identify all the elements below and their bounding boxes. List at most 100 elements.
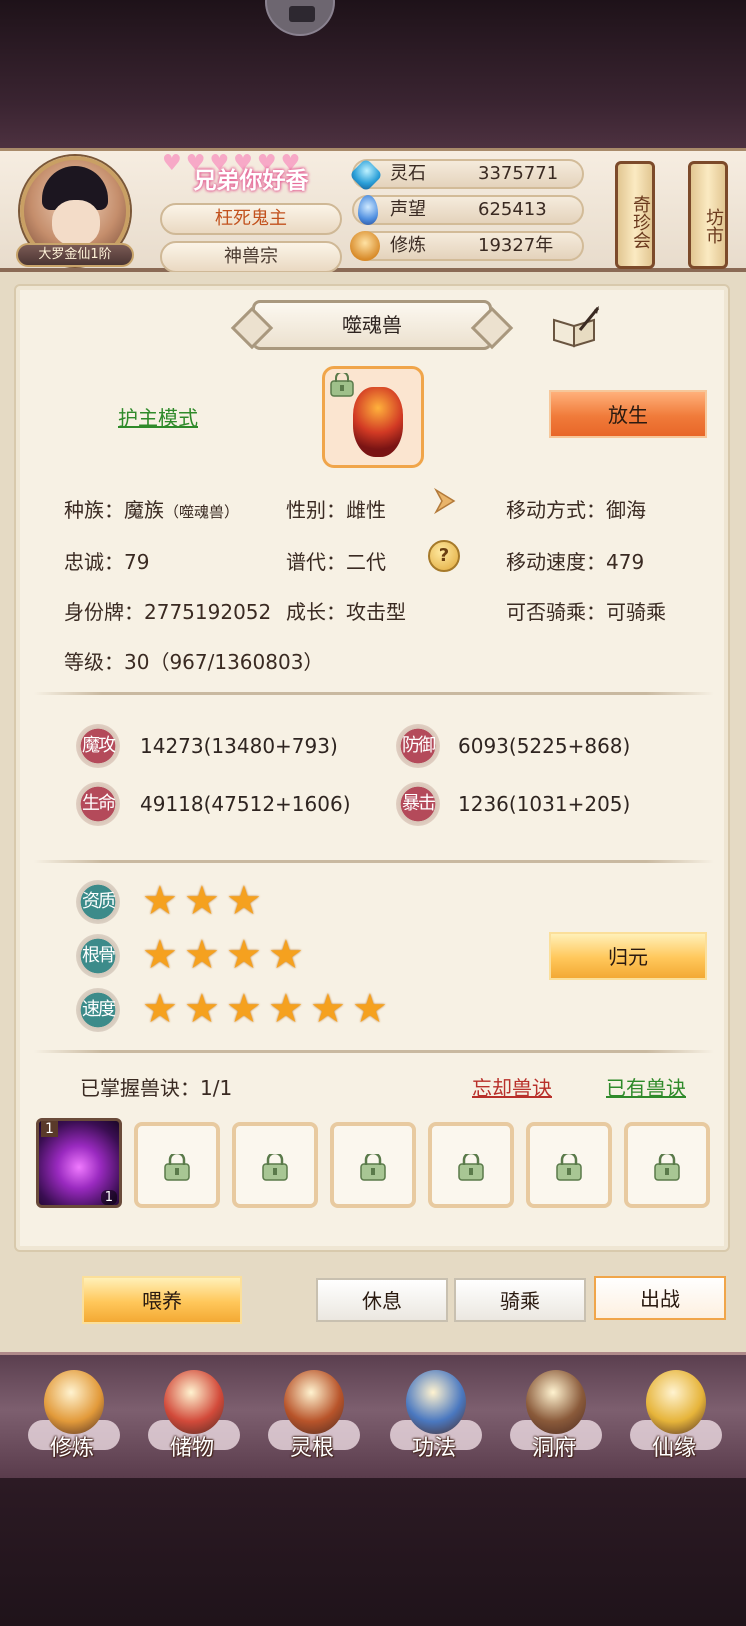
speed-badge: 速度 (76, 988, 120, 1032)
pet-name: 噬魂兽 (252, 300, 492, 350)
stat-value: 625413 (478, 199, 547, 220)
nav-label: 功法 (411, 1436, 456, 1461)
skill-slot-locked[interactable] (134, 1122, 220, 1208)
star-icon: ★ (184, 986, 220, 1032)
crit-badge: 暴击 (396, 782, 440, 826)
nav-item-1[interactable]: 储物 (142, 1362, 242, 1472)
player-nickname: 兄弟你好香 (193, 168, 309, 194)
magic-attack-badge: 魔攻 (76, 724, 120, 768)
skill-slot-locked[interactable] (232, 1122, 318, 1208)
spirit-stone-stat[interactable]: 灵石 3375771 (349, 158, 584, 192)
race-value: 魔族 (124, 498, 164, 522)
rideable-info: 可否骑乘：可骑乘 (506, 600, 666, 624)
aptitude-badge: 资质 (76, 880, 120, 924)
bone-badge: 根骨 (76, 934, 120, 978)
spirit-root-icon (284, 1370, 344, 1434)
star-icon: ★ (142, 932, 178, 978)
owned-skills-link[interactable]: 已有兽诀 (606, 1072, 686, 1101)
stat-label: 灵石 (390, 163, 426, 184)
skill-level: 1 (41, 1121, 58, 1137)
star-icon: ★ (268, 932, 304, 978)
nav-label: 灵根 (289, 1436, 334, 1461)
bone-stars: ★ ★ ★ ★ (142, 932, 306, 978)
cave-mansion-icon (526, 1370, 586, 1434)
help-icon[interactable]: ? (428, 540, 460, 572)
move-speed-info: 移动速度：479 (506, 550, 645, 574)
race-info: 种族：魔族（噬魂兽） (64, 494, 239, 523)
id-tag-info: 身份牌：2775192052 (64, 600, 272, 624)
cultivation-stat[interactable]: 修炼 19327年 (350, 231, 584, 261)
lock-icon (329, 371, 355, 401)
mastered-skills-count: 已掌握兽诀：1/1 (80, 1076, 233, 1100)
move-type-info: 移动方式：御海 (506, 498, 646, 522)
divider (34, 692, 714, 695)
generation-info: 谱代：二代 (286, 550, 386, 574)
stat-value: 3375771 (478, 163, 559, 184)
spirit-stone-icon (349, 158, 383, 192)
lock-icon (162, 1151, 192, 1186)
skill-slot-locked[interactable] (624, 1122, 710, 1208)
nav-item-4[interactable]: 洞府 (504, 1362, 604, 1472)
ride-button[interactable]: 骑乘 (454, 1278, 586, 1322)
rank-badge: 大罗金仙1阶 (16, 243, 134, 267)
market-button[interactable]: 坊市 (688, 161, 728, 269)
lock-icon (652, 1151, 682, 1186)
release-button[interactable]: 放生 (549, 390, 707, 438)
scripture-book-icon (406, 1370, 466, 1434)
skill-slot-active[interactable]: 1 1 (36, 1118, 122, 1208)
race-subtype: （噬魂兽） (164, 503, 240, 521)
skill-slot-locked[interactable] (526, 1122, 612, 1208)
avatar-face (52, 200, 100, 246)
nav-label: 洞府 (531, 1436, 576, 1461)
gender-info: 性别：雌性 (286, 498, 386, 522)
star-icon: ★ (142, 878, 178, 924)
growth-info: 成长：攻击型 (286, 600, 406, 624)
fate-gourd-icon (646, 1370, 706, 1434)
battle-button[interactable]: 出战 (594, 1276, 726, 1320)
skill-slot-locked[interactable] (428, 1122, 514, 1208)
nav-item-3[interactable]: 功法 (384, 1362, 484, 1472)
star-icon: ★ (226, 986, 262, 1032)
pet-portrait[interactable] (322, 366, 424, 468)
loyalty-info: 忠诚：79 (64, 550, 150, 574)
player-title: 枉死鬼主 (160, 203, 342, 235)
feed-button[interactable]: 喂养 (82, 1276, 242, 1324)
magic-attack-value: 14273(13480+793) (140, 734, 338, 758)
star-icon: ★ (226, 932, 262, 978)
cultivation-icon (350, 231, 380, 261)
lock-icon (260, 1151, 290, 1186)
lock-icon (358, 1151, 388, 1186)
stat-label: 修炼 (390, 235, 426, 256)
guard-mode-link[interactable]: 护主模式 (118, 402, 198, 431)
reputation-stat[interactable]: 声望 625413 (352, 195, 584, 225)
nav-item-2[interactable]: 灵根 (262, 1362, 362, 1472)
forget-skill-link[interactable]: 忘却兽诀 (472, 1072, 552, 1101)
hp-value: 49118(47512+1606) (140, 792, 351, 816)
lock-icon (554, 1151, 584, 1186)
skill-count: 1 (100, 1190, 117, 1205)
storage-bag-icon (164, 1370, 224, 1434)
cultivate-icon (44, 1370, 104, 1434)
level-info: 等级：30（967/1360803） (64, 650, 324, 674)
race-label: 种族： (64, 498, 124, 522)
player-header: 大罗金仙1阶 ♥♥♥♥♥♥ 兄弟你好香 枉死鬼主 神兽宗 灵石 3375771 … (0, 148, 746, 273)
pet-handbook-icon[interactable] (550, 306, 600, 348)
aptitude-stars: ★ ★ ★ (142, 878, 264, 924)
treasure-fair-button[interactable]: 奇珍会 (615, 161, 655, 269)
nav-label: 仙缘 (651, 1436, 696, 1461)
divider (34, 1050, 714, 1053)
chevron-right-icon[interactable] (428, 486, 460, 516)
bottom-dark-area (0, 1478, 746, 1626)
star-icon: ★ (310, 986, 346, 1032)
skill-slot-locked[interactable] (330, 1122, 416, 1208)
star-icon: ★ (184, 878, 220, 924)
stat-label: 声望 (390, 199, 426, 220)
nav-item-0[interactable]: 修炼 (22, 1362, 122, 1472)
lock-icon (456, 1151, 486, 1186)
rest-button[interactable]: 休息 (316, 1278, 448, 1322)
soul-devourer-beast-image (353, 387, 403, 457)
nav-item-5[interactable]: 仙缘 (624, 1362, 724, 1472)
divider (34, 860, 714, 863)
reset-button[interactable]: 归元 (549, 932, 707, 980)
hp-badge: 生命 (76, 782, 120, 826)
